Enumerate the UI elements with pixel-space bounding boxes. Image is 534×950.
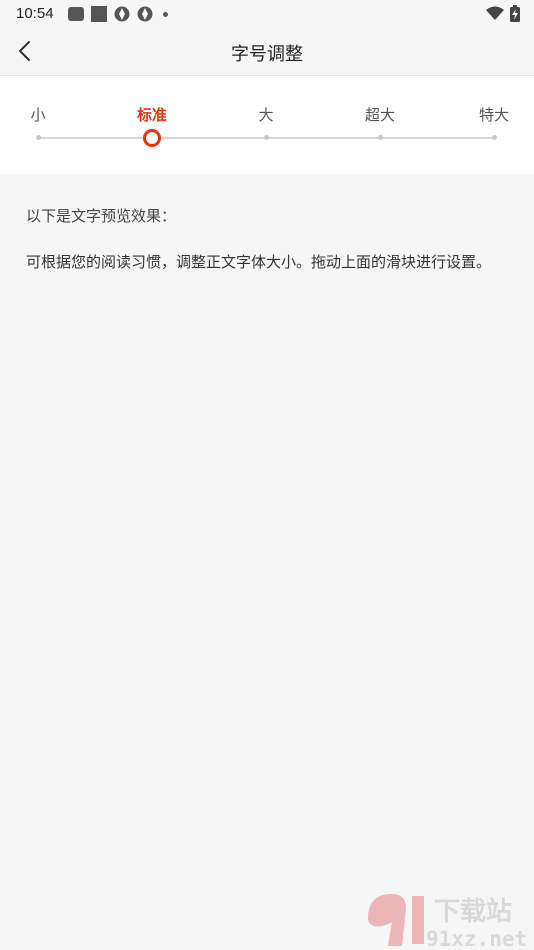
size-option-extra-large[interactable]: 超大	[365, 104, 395, 125]
preview-heading: 以下是文字预览效果：	[26, 207, 177, 225]
watermark-brand: 下载站	[434, 897, 512, 927]
slider-tick	[35, 135, 41, 140]
watermark-logo: 下载站 91xz.net	[368, 894, 527, 950]
slider-tick	[377, 135, 383, 140]
aperture-icon	[137, 6, 153, 22]
dot-icon	[163, 11, 168, 17]
app-header: 字号调整	[0, 28, 534, 76]
app-notification-icon	[68, 7, 84, 21]
wifi-icon	[486, 6, 504, 20]
slider-tick	[263, 135, 269, 140]
font-size-slider-panel: 小 标准 大 超大 特大	[0, 76, 534, 174]
slider-tick	[491, 135, 497, 140]
size-option-large[interactable]: 大	[258, 104, 273, 125]
status-left-icons	[68, 6, 168, 22]
size-option-extra-extra-large[interactable]: 特大	[479, 104, 509, 125]
watermark-site: 91xz.net	[426, 927, 527, 950]
battery-charging-icon	[510, 5, 520, 22]
aperture-icon	[114, 6, 130, 22]
size-option-small[interactable]: 小	[30, 104, 45, 125]
square-icon	[91, 6, 107, 22]
page-title: 字号调整	[231, 44, 303, 65]
slider-thumb[interactable]	[143, 129, 161, 147]
status-time: 10:54	[16, 5, 54, 22]
status-right-icons	[486, 5, 520, 22]
status-bar: 10:54	[0, 0, 534, 28]
preview-text: 可根据您的阅读习惯，调整正文字体大小。拖动上面的滑块进行设置。	[26, 253, 492, 271]
size-option-standard[interactable]: 标准	[137, 104, 167, 125]
